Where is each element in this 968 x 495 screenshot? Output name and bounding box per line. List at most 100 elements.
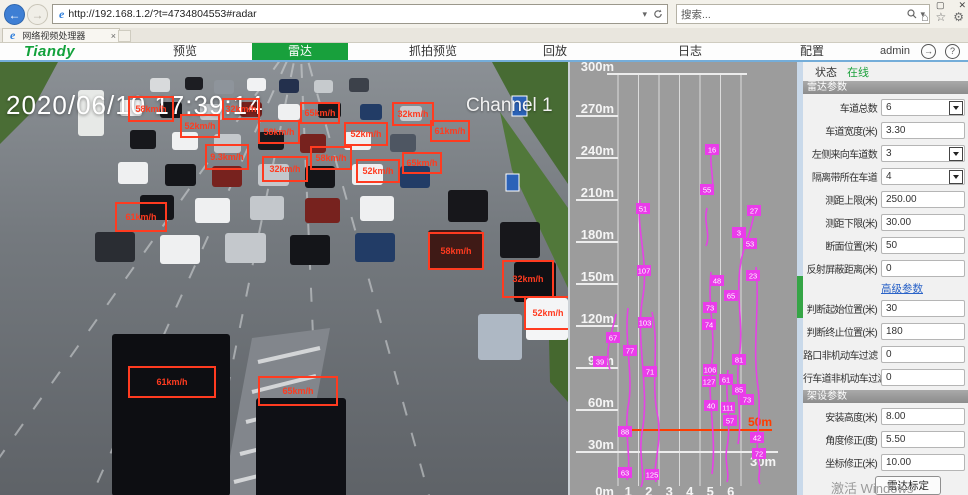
vehicle [95,232,135,262]
logout-icon[interactable]: → [921,44,936,59]
svg-text:30m: 30m [588,437,614,452]
svg-text:53: 53 [746,240,754,249]
vehicle-detection-box: 32km/h [262,156,308,182]
vehicle-speed-label: 32km/h [397,109,428,119]
svg-text:55: 55 [703,186,711,195]
vehicle [278,104,300,120]
svg-text:72: 72 [755,450,763,459]
svg-text:67: 67 [609,334,617,343]
svg-text:71: 71 [646,368,654,377]
field-input[interactable]: 30.00 [881,214,965,231]
svg-text:270m: 270m [581,101,614,116]
vehicle [185,77,203,90]
vehicle-detection-box: 61km/h [430,120,470,142]
radar-pane[interactable]: 300m270m240m210m180m150m120m90m60m30m0m1… [568,62,797,495]
field-input[interactable]: 10.00 [881,454,965,471]
field-value: 0 [886,372,964,383]
vehicle-speed-label: 65km/h [282,386,313,396]
field-input[interactable]: 250.00 [881,191,965,208]
field-input[interactable]: 180 [881,323,965,340]
advanced-params-link[interactable]: 高级参数 [881,281,923,296]
svg-text:73: 73 [706,304,714,313]
channel-label: Channel 1 [466,95,553,117]
field-input[interactable]: 5.50 [881,431,965,448]
address-bar[interactable]: e http://192.168.1.2/?t=4734804553#radar… [52,4,668,24]
nav-tab-preview[interactable]: 预览 [155,43,215,60]
svg-text:74: 74 [705,321,713,330]
nav-tab-playback[interactable]: 回放 [525,43,585,60]
svg-text:120m: 120m [581,311,614,326]
vehicle-detection-box: 9.3km/h [205,144,249,170]
field-input[interactable]: 8.00 [881,408,965,425]
svg-text:63: 63 [621,469,629,478]
field-label: 隔离带所在车道 [803,169,881,184]
search-input[interactable]: 搜索... ▾ [676,4,930,24]
dropdown-caret-icon[interactable] [949,147,963,161]
vehicle [160,235,200,264]
field-input[interactable]: 0 [881,260,965,277]
maximize-button[interactable]: ▢ [936,0,945,10]
status-value: 在线 [847,64,869,80]
section-header: 架设参数 [803,390,968,403]
browser-tab[interactable]: e 网络视频处理器 × [2,28,120,42]
field-label: 角度修正(度) [803,432,881,447]
vehicle-speed-label: 9.3km/h [210,152,244,162]
field-input[interactable]: 3.30 [881,122,965,139]
nav-tab-config[interactable]: 配置 [782,43,842,60]
url-text[interactable]: http://192.168.1.2/?t=4734804553#radar [68,8,642,20]
vehicle [305,198,340,223]
field-label: 安装高度(米) [803,409,881,424]
field-input[interactable]: 0 [881,369,965,386]
tab-close-icon[interactable]: × [111,31,116,41]
favorites-star-icon[interactable]: ☆ [935,10,946,24]
close-button[interactable]: ✕ [958,0,966,10]
svg-text:65: 65 [727,292,735,301]
field-input[interactable]: 30 [881,300,965,317]
field-value: 3 [886,148,949,159]
vehicle-speed-label: 61km/h [125,212,156,222]
video-pane[interactable]: 2020/06/10 17:39:14 Channel 1 58km/h52km… [0,62,568,495]
vehicle-detection-box: 65km/h [402,152,442,174]
svg-text:103: 103 [639,319,652,328]
field-label: 判断起始位置(米) [803,301,881,316]
vehicle-speed-label: 58km/h [315,153,346,163]
autocomplete-caret-icon[interactable]: ▾ [642,9,647,20]
new-tab-button[interactable] [118,30,131,42]
settings-gear-icon[interactable]: ⚙ [953,10,964,24]
vehicle-speed-label: 58km/h [263,127,294,137]
nav-tab-radar[interactable]: 雷达 [252,43,348,60]
vehicle-detection-box: 65km/h [258,376,338,406]
search-placeholder: 搜索... [681,7,907,22]
browser-window: – ▢ ✕ ← → e http://192.168.1.2/?t=473480… [0,0,968,495]
back-button[interactable]: ← [4,4,25,25]
svg-text:61: 61 [722,376,730,385]
field-value: 10.00 [886,457,964,468]
browser-chrome: – ▢ ✕ ← → e http://192.168.1.2/?t=473480… [0,0,968,28]
nav-tab-log[interactable]: 日志 [660,43,720,60]
forward-button[interactable]: → [27,4,48,25]
field-select[interactable]: 3 [881,145,965,162]
dropdown-caret-icon[interactable] [949,101,963,115]
nav-tab-snapshot[interactable]: 抓拍预览 [385,43,481,60]
username-label: admin [880,45,910,57]
dropdown-caret-icon[interactable] [949,170,963,184]
field-value: 50 [886,240,964,251]
field-select[interactable]: 4 [881,168,965,185]
field-input[interactable]: 50 [881,237,965,254]
search-icon[interactable] [907,9,917,19]
field-select[interactable]: 6 [881,99,965,116]
help-icon[interactable]: ? [945,44,960,59]
home-icon[interactable]: ⌂ [921,10,928,24]
svg-text:81: 81 [735,356,743,365]
svg-text:240m: 240m [581,143,614,158]
svg-text:73: 73 [743,396,751,405]
vehicle-speed-label: 58km/h [440,246,471,256]
svg-text:127: 127 [703,378,716,387]
vehicle-speed-label: 52km/h [184,121,215,131]
field-value: 250.00 [886,194,964,205]
field-label: 断面位置(米) [803,238,881,253]
field-input[interactable]: 0 [881,346,965,363]
svg-text:5: 5 [707,484,714,495]
refresh-icon[interactable] [653,9,663,19]
svg-text:107: 107 [638,267,651,276]
